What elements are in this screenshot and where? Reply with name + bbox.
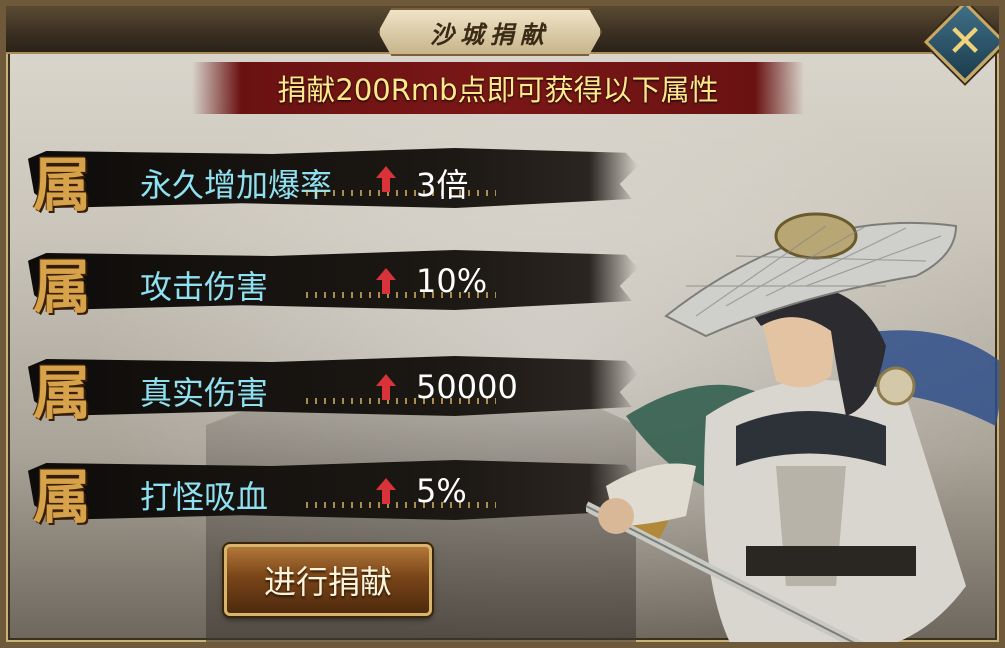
attribute-glyph: 属 (32, 253, 91, 321)
close-button[interactable]: ✕ (923, 6, 999, 84)
sparkle-effect (306, 502, 496, 508)
up-arrow-icon (376, 268, 396, 294)
attribute-name: 攻击伤害 (140, 268, 269, 306)
donation-banner: 捐献200Rmb点即可获得以下属性 (192, 62, 804, 114)
ink-brush-stroke (28, 460, 638, 520)
banner-text: 捐献200Rmb点即可获得以下属性 (277, 73, 719, 107)
attribute-name: 打怪吸血 (140, 478, 269, 516)
attribute-row: 属 打怪吸血 5% (6, 446, 646, 538)
up-arrow-icon (376, 166, 396, 192)
attribute-value: 50000 (416, 368, 518, 406)
close-icon: ✕ (946, 16, 984, 67)
up-arrow-icon (376, 478, 396, 504)
title-plate: 沙城捐献 (378, 8, 602, 56)
attribute-glyph: 属 (32, 151, 91, 219)
attribute-glyph: 属 (32, 359, 91, 427)
window-title: 沙城捐献 (430, 19, 550, 49)
donate-button[interactable]: 进行捐献 (224, 544, 432, 616)
attribute-value: 3倍 (416, 166, 469, 204)
title-bar: 沙城捐献 (6, 6, 999, 56)
up-arrow-icon (376, 374, 396, 400)
attribute-glyph: 属 (32, 463, 91, 531)
ink-brush-stroke (28, 356, 638, 416)
ink-brush-stroke (28, 148, 638, 208)
attribute-row: 属 永久增加爆率 3倍 (6, 134, 646, 226)
attribute-name: 真实伤害 (140, 374, 269, 412)
attribute-value: 10% (416, 262, 488, 300)
donate-button-label: 进行捐献 (263, 563, 392, 601)
attribute-value: 5% (416, 472, 467, 510)
attribute-name: 永久增加爆率 (140, 166, 333, 204)
donation-panel: 沙城捐献 ✕ 捐献200Rmb点即可获得以下属性 属 永久增加爆率 3倍 属 攻… (0, 0, 1005, 648)
attribute-row: 属 真实伤害 50000 (6, 342, 646, 434)
ink-brush-stroke (28, 250, 638, 310)
attribute-row: 属 攻击伤害 10% (6, 236, 646, 328)
swordsman-character (586, 212, 999, 642)
